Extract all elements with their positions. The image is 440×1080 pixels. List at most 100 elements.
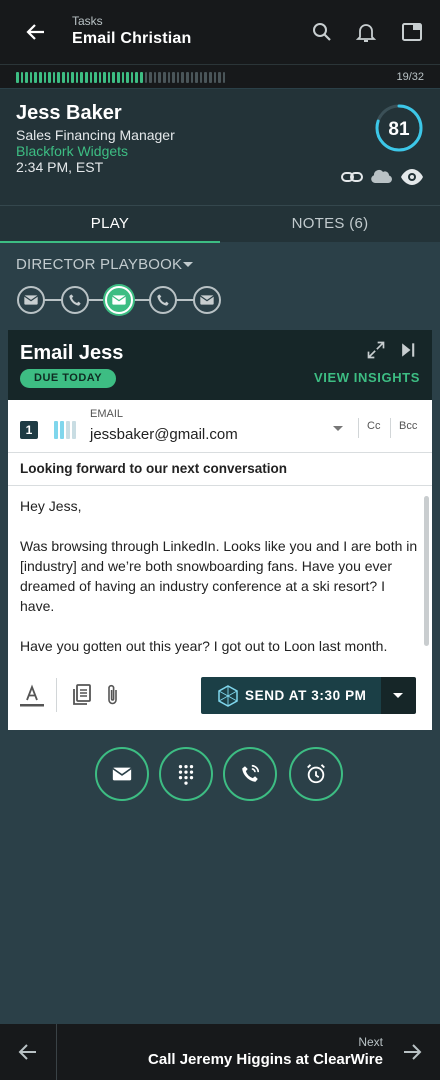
playbook-step-5[interactable]	[193, 286, 221, 314]
footer-divider	[56, 1024, 57, 1080]
email-to-field[interactable]: jessbaker@gmail.com	[90, 426, 238, 443]
progress-segment	[84, 72, 88, 83]
footer-nav: Next Call Jeremy Higgins at ClearWire	[0, 1024, 440, 1080]
attachment-icon[interactable]	[100, 682, 126, 708]
recipient-row: 1 EMAIL jessbaker@gmail.com Cc Bcc	[8, 400, 432, 453]
chevron-down-icon[interactable]	[183, 262, 193, 267]
step-connector	[88, 299, 106, 301]
progress-segment	[103, 72, 106, 83]
progress-segment	[195, 72, 198, 83]
progress-segment	[48, 72, 51, 83]
expand-icon[interactable]	[366, 340, 386, 360]
progress-segment	[57, 72, 60, 83]
next-arrow-icon[interactable]	[400, 1040, 424, 1064]
progress-segment	[80, 72, 83, 83]
progress-segment	[158, 72, 161, 83]
bcc-button[interactable]: Bcc	[399, 420, 417, 432]
progress-segment	[94, 72, 97, 83]
progress-bar	[16, 72, 226, 83]
text-format-icon[interactable]	[19, 682, 45, 708]
playbook-step-3-current[interactable]	[105, 286, 133, 314]
toolbar-divider	[56, 678, 57, 712]
progress-segment	[89, 72, 93, 83]
progress-segment	[52, 72, 56, 83]
send-options-dropdown[interactable]	[381, 677, 416, 714]
scrollbar[interactable]	[424, 496, 429, 646]
bell-icon[interactable]	[354, 20, 378, 44]
progress-segment	[208, 72, 212, 83]
salesforce-cloud-icon[interactable]	[369, 165, 393, 189]
dialpad-button[interactable]	[159, 747, 213, 801]
skip-next-icon[interactable]	[398, 340, 418, 360]
progress-segment	[98, 72, 102, 83]
progress-segment	[71, 72, 74, 83]
link-icon[interactable]	[340, 165, 364, 189]
task-header: Email Jess DUE TODAY VIEW INSIGHTS	[8, 330, 432, 400]
progress-segment	[176, 72, 180, 83]
sequence-bars-icon	[54, 421, 76, 439]
contact-local-time: 2:34 PM, EST	[16, 159, 104, 175]
next-task-title[interactable]: Call Jeremy Higgins at ClearWire	[148, 1051, 383, 1068]
email-action-button[interactable]	[95, 747, 149, 801]
previous-arrow-icon[interactable]	[16, 1040, 40, 1064]
step-number-badge: 1	[20, 421, 38, 439]
call-button[interactable]	[223, 747, 277, 801]
email-icon	[199, 295, 215, 305]
playbook-selector[interactable]: DIRECTOR PLAYBOOK	[16, 256, 182, 273]
progress-segment	[144, 72, 148, 83]
progress-segment	[204, 72, 207, 83]
eye-icon[interactable]	[400, 165, 424, 189]
alarm-icon	[307, 764, 325, 784]
progress-segment	[135, 72, 139, 83]
engagement-score: 81	[388, 119, 410, 140]
progress-segment	[190, 72, 194, 83]
reminder-button[interactable]	[289, 747, 343, 801]
contact-company[interactable]: Blackfork Widgets	[16, 143, 128, 159]
back-arrow-icon[interactable]	[24, 20, 48, 44]
progress-segment	[112, 72, 116, 83]
progress-segment	[167, 72, 171, 83]
playbook-step-1[interactable]	[17, 286, 45, 314]
progress-segment	[20, 72, 24, 83]
progress-segment	[61, 72, 65, 83]
step-connector	[44, 299, 62, 301]
progress-segment	[140, 72, 143, 83]
progress-segment	[66, 72, 70, 83]
subject-field[interactable]: Looking forward to our next conversation	[8, 453, 432, 486]
schedule-gem-icon	[218, 685, 238, 707]
progress-segment	[29, 72, 33, 83]
progress-segment	[199, 72, 203, 83]
progress-segment	[34, 72, 37, 83]
chevron-down-icon[interactable]	[333, 426, 343, 431]
progress-segment	[130, 72, 134, 83]
divider	[358, 418, 359, 438]
top-bar: Tasks Email Christian	[0, 0, 440, 64]
progress-segment	[75, 72, 79, 83]
email-icon	[23, 295, 39, 305]
progress-segment	[213, 72, 217, 83]
cc-button[interactable]: Cc	[367, 420, 380, 432]
contact-name[interactable]: Jess Baker	[16, 102, 122, 125]
body-paragraph: Have you gotten out this year? I got out…	[20, 638, 388, 654]
playbook-step-2[interactable]	[61, 286, 89, 314]
progress-segment	[38, 72, 42, 83]
playbook-step-4[interactable]	[149, 286, 177, 314]
templates-icon[interactable]	[69, 682, 95, 708]
search-icon[interactable]	[310, 20, 334, 44]
body-paragraph: Hey Jess,	[20, 498, 82, 514]
body-paragraph: Was browsing through LinkedIn. Looks lik…	[20, 538, 418, 614]
tab-notes[interactable]: NOTES (6)	[220, 206, 440, 243]
tab-play[interactable]: PLAY	[0, 206, 220, 243]
breadcrumb: Tasks	[72, 14, 103, 28]
phone-icon	[69, 294, 81, 306]
due-badge: DUE TODAY	[20, 369, 117, 388]
progress-segment	[163, 72, 166, 83]
email-field-label: EMAIL	[90, 408, 124, 420]
window-icon[interactable]	[400, 20, 424, 44]
view-insights-link[interactable]: VIEW INSIGHTS	[314, 370, 420, 385]
next-label: Next	[358, 1035, 383, 1049]
email-body[interactable]: Hey Jess, Was browsing through LinkedIn.…	[20, 496, 418, 676]
step-connector	[132, 299, 150, 301]
email-icon	[112, 767, 132, 781]
phone-icon	[157, 294, 169, 306]
